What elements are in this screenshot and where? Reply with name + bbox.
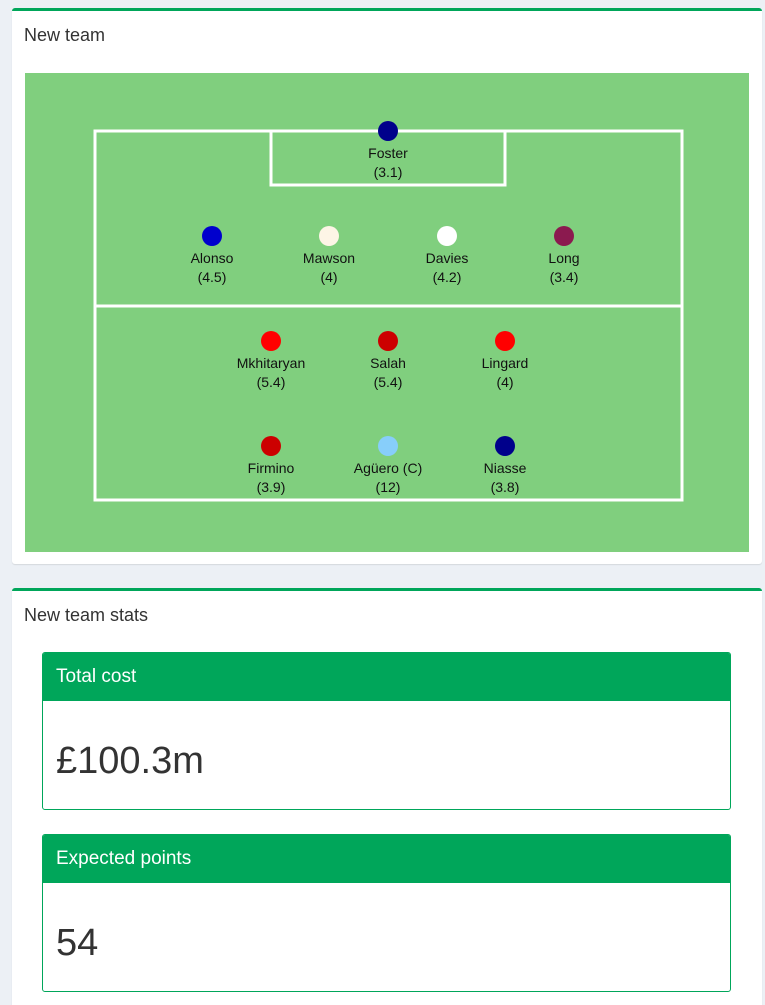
player-value: (12): [376, 479, 401, 495]
total-cost-label: Total cost: [43, 653, 730, 701]
player-dot: [261, 436, 281, 456]
player-name: Salah: [370, 355, 406, 371]
new-team-title: New team: [24, 25, 106, 45]
player-name: Long: [548, 250, 579, 266]
pitch: Foster (3.1) Alonso (4.5) Mawson (4) Davies (4.…: [25, 73, 749, 552]
expected-points-box: Expected points 54: [42, 834, 731, 992]
player-name: Lingard: [482, 355, 529, 371]
expected-points-value: 54: [56, 922, 99, 964]
player-dot: [378, 331, 398, 351]
player-name: Davies: [426, 250, 469, 266]
new-team-stats-title: New team stats: [24, 605, 149, 625]
player-value: (3.1): [374, 164, 403, 180]
player-dot: [378, 121, 398, 141]
player-value: (5.4): [257, 374, 286, 390]
player-dot: [319, 226, 339, 246]
player-value: (4): [320, 269, 337, 285]
player-dot: [495, 331, 515, 351]
player-dot: [378, 436, 398, 456]
player-value: (4): [496, 374, 513, 390]
total-cost-box: Total cost £100.3m: [42, 652, 731, 810]
pitch-graphic: Foster (3.1) Alonso (4.5) Mawson (4) Davies (4.…: [25, 73, 749, 552]
player-value: (4.5): [198, 269, 227, 285]
player-name: Firmino: [248, 460, 295, 476]
player-dot: [495, 436, 515, 456]
player-value: (3.8): [491, 479, 520, 495]
total-cost-value: £100.3m: [56, 740, 204, 782]
new-team-stats-box: New team stats Total cost £100.3m Expect…: [12, 588, 762, 1005]
player-name: Foster: [368, 145, 408, 161]
new-team-box: New team Foster (3.1) Alonso (4.5) Mawson (4)…: [12, 8, 762, 564]
player-value: (3.9): [257, 479, 286, 495]
player-name: Mkhitaryan: [237, 355, 305, 371]
player-name: Alonso: [191, 250, 234, 266]
expected-points-label: Expected points: [43, 835, 730, 883]
player-value: (4.2): [433, 269, 462, 285]
player-dot: [261, 331, 281, 351]
player-value: (5.4): [374, 374, 403, 390]
player-value: (3.4): [550, 269, 579, 285]
player-dot: [437, 226, 457, 246]
player-name: Agüero (C): [354, 460, 422, 476]
player-dot: [554, 226, 574, 246]
player-name: Niasse: [484, 460, 527, 476]
player-dot: [202, 226, 222, 246]
player-name: Mawson: [303, 250, 355, 266]
